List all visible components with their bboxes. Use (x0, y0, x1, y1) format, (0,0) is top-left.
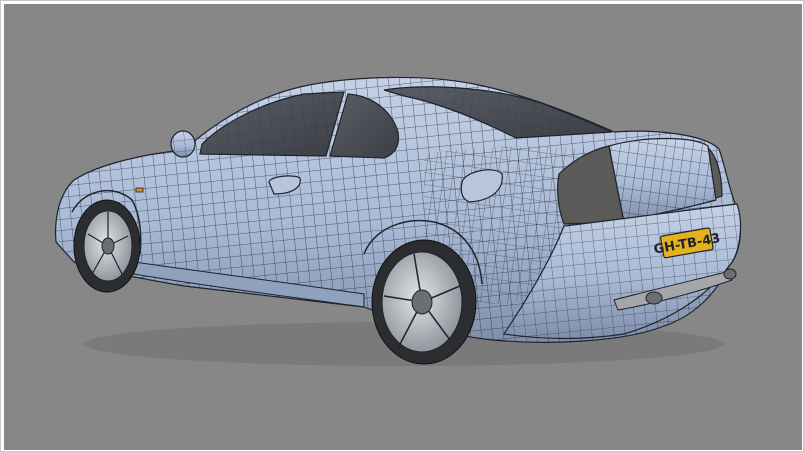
rear-wheel (371, 239, 477, 365)
3d-viewport[interactable]: GH-TB-43 (4, 4, 802, 450)
front-wheel (73, 199, 141, 293)
side-marker-light (135, 187, 144, 193)
car-wireframe-render: GH-TB-43 (54, 76, 742, 366)
viewport-frame: GH-TB-43 (0, 0, 804, 452)
